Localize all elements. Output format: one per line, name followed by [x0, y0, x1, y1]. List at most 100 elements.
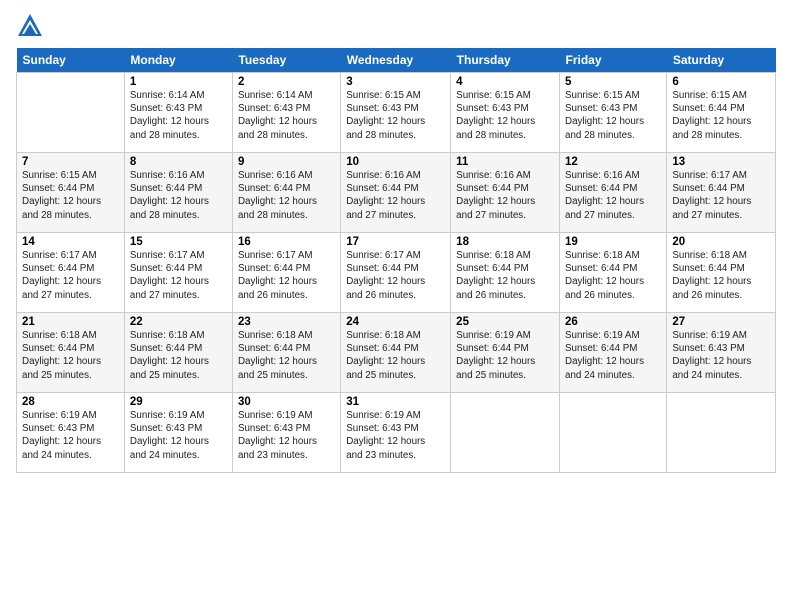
day-info: Sunrise: 6:17 AM Sunset: 6:44 PM Dayligh… — [22, 249, 119, 302]
day-info: Sunrise: 6:15 AM Sunset: 6:44 PM Dayligh… — [672, 89, 770, 142]
calendar-cell: 8Sunrise: 6:16 AM Sunset: 6:44 PM Daylig… — [124, 153, 232, 233]
logo-icon — [16, 12, 44, 40]
day-info: Sunrise: 6:19 AM Sunset: 6:44 PM Dayligh… — [565, 329, 661, 382]
page: SundayMondayTuesdayWednesdayThursdayFrid… — [0, 0, 792, 612]
calendar-cell: 23Sunrise: 6:18 AM Sunset: 6:44 PM Dayli… — [232, 313, 340, 393]
calendar-cell: 22Sunrise: 6:18 AM Sunset: 6:44 PM Dayli… — [124, 313, 232, 393]
day-number: 21 — [22, 316, 119, 328]
day-number: 14 — [22, 236, 119, 248]
day-info: Sunrise: 6:18 AM Sunset: 6:44 PM Dayligh… — [346, 329, 445, 382]
day-info: Sunrise: 6:16 AM Sunset: 6:44 PM Dayligh… — [346, 169, 445, 222]
calendar-cell: 4Sunrise: 6:15 AM Sunset: 6:43 PM Daylig… — [451, 73, 560, 153]
day-number: 20 — [672, 236, 770, 248]
day-number: 19 — [565, 236, 661, 248]
calendar-cell: 31Sunrise: 6:19 AM Sunset: 6:43 PM Dayli… — [341, 393, 451, 473]
calendar-week-2: 7Sunrise: 6:15 AM Sunset: 6:44 PM Daylig… — [17, 153, 776, 233]
calendar-cell: 21Sunrise: 6:18 AM Sunset: 6:44 PM Dayli… — [17, 313, 125, 393]
calendar-week-1: 1Sunrise: 6:14 AM Sunset: 6:43 PM Daylig… — [17, 73, 776, 153]
calendar: SundayMondayTuesdayWednesdayThursdayFrid… — [16, 48, 776, 473]
calendar-cell: 20Sunrise: 6:18 AM Sunset: 6:44 PM Dayli… — [667, 233, 776, 313]
calendar-cell: 1Sunrise: 6:14 AM Sunset: 6:43 PM Daylig… — [124, 73, 232, 153]
day-number: 31 — [346, 396, 445, 408]
calendar-header-sunday: Sunday — [17, 48, 125, 73]
day-number: 27 — [672, 316, 770, 328]
calendar-cell: 5Sunrise: 6:15 AM Sunset: 6:43 PM Daylig… — [560, 73, 667, 153]
calendar-cell: 29Sunrise: 6:19 AM Sunset: 6:43 PM Dayli… — [124, 393, 232, 473]
calendar-cell: 18Sunrise: 6:18 AM Sunset: 6:44 PM Dayli… — [451, 233, 560, 313]
day-info: Sunrise: 6:17 AM Sunset: 6:44 PM Dayligh… — [346, 249, 445, 302]
calendar-header-thursday: Thursday — [451, 48, 560, 73]
calendar-cell: 25Sunrise: 6:19 AM Sunset: 6:44 PM Dayli… — [451, 313, 560, 393]
day-number: 23 — [238, 316, 335, 328]
calendar-cell: 2Sunrise: 6:14 AM Sunset: 6:43 PM Daylig… — [232, 73, 340, 153]
day-number: 6 — [672, 76, 770, 88]
calendar-cell: 3Sunrise: 6:15 AM Sunset: 6:43 PM Daylig… — [341, 73, 451, 153]
day-info: Sunrise: 6:19 AM Sunset: 6:44 PM Dayligh… — [456, 329, 554, 382]
day-number: 12 — [565, 156, 661, 168]
calendar-week-3: 14Sunrise: 6:17 AM Sunset: 6:44 PM Dayli… — [17, 233, 776, 313]
day-info: Sunrise: 6:19 AM Sunset: 6:43 PM Dayligh… — [346, 409, 445, 462]
day-info: Sunrise: 6:15 AM Sunset: 6:44 PM Dayligh… — [22, 169, 119, 222]
day-number: 11 — [456, 156, 554, 168]
calendar-header-saturday: Saturday — [667, 48, 776, 73]
day-info: Sunrise: 6:19 AM Sunset: 6:43 PM Dayligh… — [672, 329, 770, 382]
day-number: 28 — [22, 396, 119, 408]
calendar-cell: 19Sunrise: 6:18 AM Sunset: 6:44 PM Dayli… — [560, 233, 667, 313]
day-number: 18 — [456, 236, 554, 248]
calendar-cell: 26Sunrise: 6:19 AM Sunset: 6:44 PM Dayli… — [560, 313, 667, 393]
calendar-cell — [17, 73, 125, 153]
calendar-header-tuesday: Tuesday — [232, 48, 340, 73]
calendar-cell: 7Sunrise: 6:15 AM Sunset: 6:44 PM Daylig… — [17, 153, 125, 233]
day-info: Sunrise: 6:18 AM Sunset: 6:44 PM Dayligh… — [456, 249, 554, 302]
day-number: 15 — [130, 236, 227, 248]
calendar-cell: 11Sunrise: 6:16 AM Sunset: 6:44 PM Dayli… — [451, 153, 560, 233]
day-info: Sunrise: 6:15 AM Sunset: 6:43 PM Dayligh… — [565, 89, 661, 142]
calendar-cell: 6Sunrise: 6:15 AM Sunset: 6:44 PM Daylig… — [667, 73, 776, 153]
day-info: Sunrise: 6:17 AM Sunset: 6:44 PM Dayligh… — [238, 249, 335, 302]
day-number: 16 — [238, 236, 335, 248]
header — [16, 12, 776, 40]
day-number: 1 — [130, 76, 227, 88]
day-info: Sunrise: 6:15 AM Sunset: 6:43 PM Dayligh… — [346, 89, 445, 142]
logo — [16, 12, 48, 40]
calendar-cell: 13Sunrise: 6:17 AM Sunset: 6:44 PM Dayli… — [667, 153, 776, 233]
day-number: 29 — [130, 396, 227, 408]
day-info: Sunrise: 6:14 AM Sunset: 6:43 PM Dayligh… — [130, 89, 227, 142]
day-info: Sunrise: 6:19 AM Sunset: 6:43 PM Dayligh… — [22, 409, 119, 462]
calendar-cell: 9Sunrise: 6:16 AM Sunset: 6:44 PM Daylig… — [232, 153, 340, 233]
calendar-header-row: SundayMondayTuesdayWednesdayThursdayFrid… — [17, 48, 776, 73]
day-info: Sunrise: 6:18 AM Sunset: 6:44 PM Dayligh… — [565, 249, 661, 302]
day-info: Sunrise: 6:19 AM Sunset: 6:43 PM Dayligh… — [238, 409, 335, 462]
day-info: Sunrise: 6:16 AM Sunset: 6:44 PM Dayligh… — [130, 169, 227, 222]
day-number: 2 — [238, 76, 335, 88]
day-number: 8 — [130, 156, 227, 168]
calendar-cell: 28Sunrise: 6:19 AM Sunset: 6:43 PM Dayli… — [17, 393, 125, 473]
day-info: Sunrise: 6:18 AM Sunset: 6:44 PM Dayligh… — [672, 249, 770, 302]
calendar-header-friday: Friday — [560, 48, 667, 73]
day-number: 4 — [456, 76, 554, 88]
day-info: Sunrise: 6:17 AM Sunset: 6:44 PM Dayligh… — [130, 249, 227, 302]
day-number: 3 — [346, 76, 445, 88]
day-info: Sunrise: 6:17 AM Sunset: 6:44 PM Dayligh… — [672, 169, 770, 222]
calendar-cell: 24Sunrise: 6:18 AM Sunset: 6:44 PM Dayli… — [341, 313, 451, 393]
calendar-cell — [560, 393, 667, 473]
calendar-cell: 27Sunrise: 6:19 AM Sunset: 6:43 PM Dayli… — [667, 313, 776, 393]
day-number: 13 — [672, 156, 770, 168]
day-info: Sunrise: 6:14 AM Sunset: 6:43 PM Dayligh… — [238, 89, 335, 142]
calendar-cell: 16Sunrise: 6:17 AM Sunset: 6:44 PM Dayli… — [232, 233, 340, 313]
day-info: Sunrise: 6:16 AM Sunset: 6:44 PM Dayligh… — [565, 169, 661, 222]
calendar-cell: 30Sunrise: 6:19 AM Sunset: 6:43 PM Dayli… — [232, 393, 340, 473]
day-info: Sunrise: 6:18 AM Sunset: 6:44 PM Dayligh… — [22, 329, 119, 382]
calendar-cell: 12Sunrise: 6:16 AM Sunset: 6:44 PM Dayli… — [560, 153, 667, 233]
day-number: 7 — [22, 156, 119, 168]
calendar-header-monday: Monday — [124, 48, 232, 73]
day-number: 9 — [238, 156, 335, 168]
day-info: Sunrise: 6:16 AM Sunset: 6:44 PM Dayligh… — [456, 169, 554, 222]
day-number: 5 — [565, 76, 661, 88]
calendar-cell — [667, 393, 776, 473]
calendar-week-4: 21Sunrise: 6:18 AM Sunset: 6:44 PM Dayli… — [17, 313, 776, 393]
calendar-cell: 15Sunrise: 6:17 AM Sunset: 6:44 PM Dayli… — [124, 233, 232, 313]
calendar-week-5: 28Sunrise: 6:19 AM Sunset: 6:43 PM Dayli… — [17, 393, 776, 473]
calendar-cell: 10Sunrise: 6:16 AM Sunset: 6:44 PM Dayli… — [341, 153, 451, 233]
day-info: Sunrise: 6:18 AM Sunset: 6:44 PM Dayligh… — [238, 329, 335, 382]
